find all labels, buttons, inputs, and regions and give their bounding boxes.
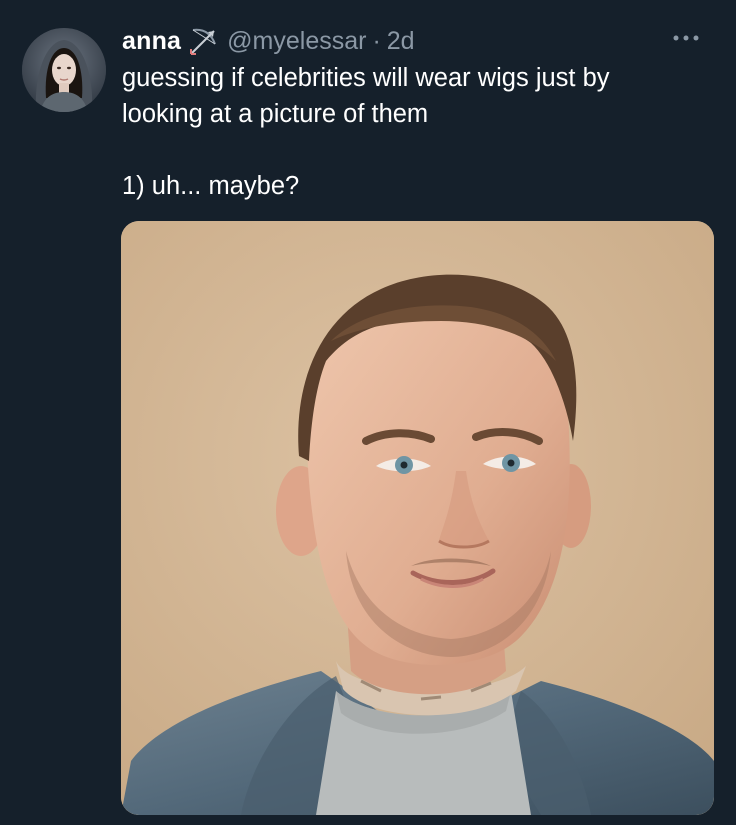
tweet-text-line: 1) uh... maybe? [122, 172, 300, 200]
avatar[interactable] [22, 28, 106, 112]
tweet-header: anna @myelessar · 2d [122, 24, 706, 58]
tweet-photo[interactable] [121, 221, 714, 815]
more-icon[interactable] [666, 26, 706, 50]
tweet-timestamp[interactable]: 2d [387, 27, 415, 56]
portrait-image [121, 221, 714, 815]
author-handle[interactable]: @myelessar [227, 27, 366, 56]
bow-and-arrow-icon [187, 24, 221, 58]
tweet-text-line: looking at a picture of them [122, 100, 429, 128]
tweet-text: guessing if celebrities will wear wigs j… [122, 60, 722, 204]
tweet[interactable]: anna @myelessar · 2d guessing if celebri… [0, 0, 736, 825]
tweet-text-line: guessing if celebrities will wear wigs j… [122, 64, 610, 92]
separator-dot: · [372, 26, 381, 55]
author-name[interactable]: anna [122, 27, 181, 56]
avatar-image [22, 28, 106, 112]
